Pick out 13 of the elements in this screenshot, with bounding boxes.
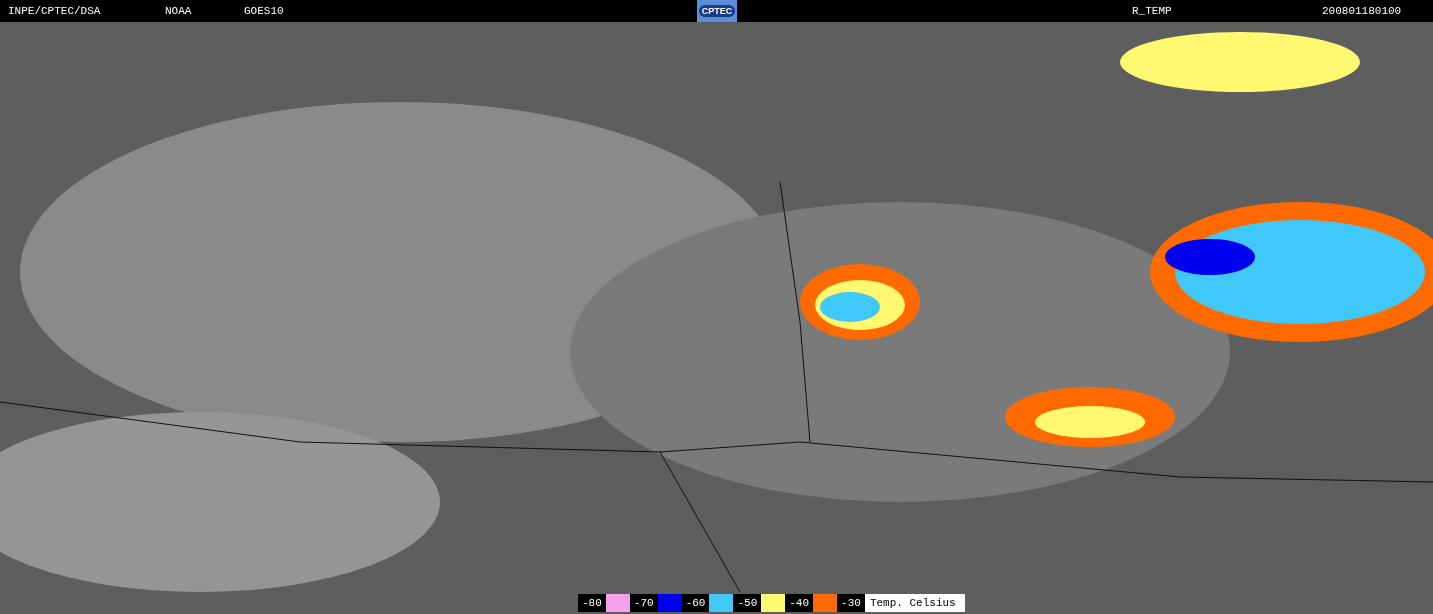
product-label: R_TEMP [1132, 3, 1173, 19]
timestamp-label: 200801180100 [1322, 3, 1402, 19]
legend-value: -70 [629, 594, 658, 612]
source-label: INPE/CPTEC/DSA [8, 3, 102, 19]
satellite-label: GOES10 [244, 3, 285, 19]
legend-value: -60 [681, 594, 710, 612]
legend-value: -50 [733, 594, 762, 612]
legend-value: -30 [837, 594, 865, 612]
agency-label: NOAA [165, 3, 193, 19]
legend-unit-label: Temp. Celsius [864, 594, 965, 612]
legend-value: -80 [578, 594, 606, 612]
logo-text: CPTEC [698, 5, 736, 17]
legend-value: -40 [785, 594, 814, 612]
